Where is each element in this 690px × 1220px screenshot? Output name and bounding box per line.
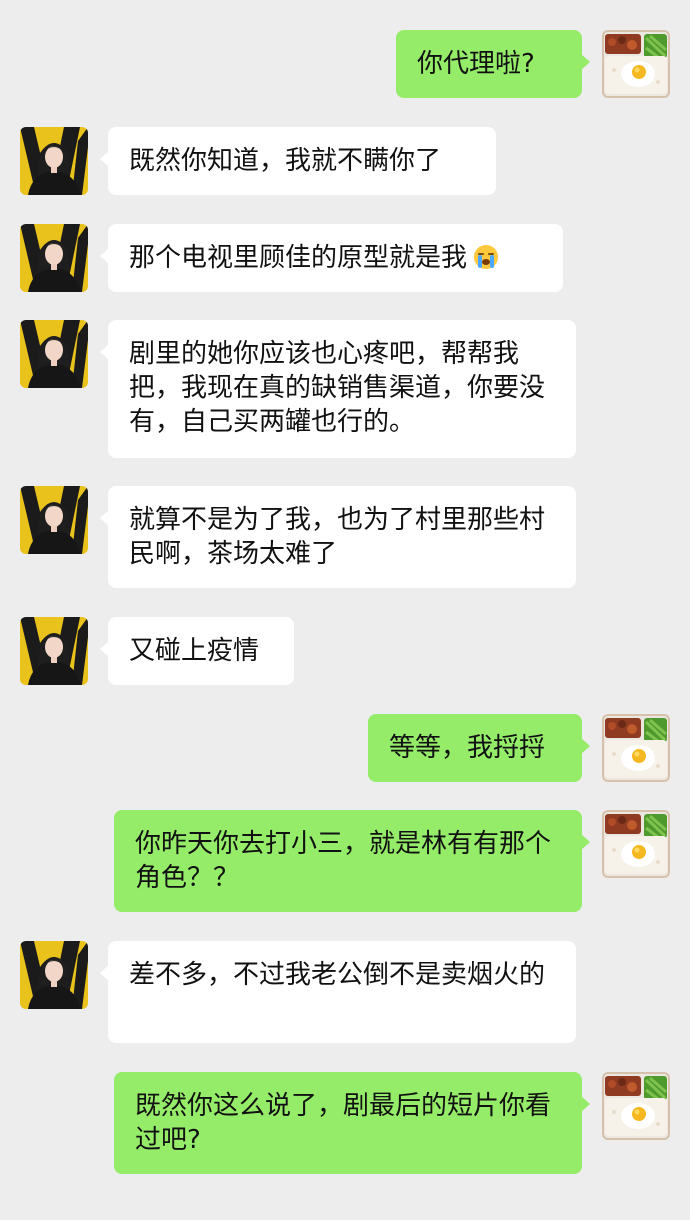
message-bubble[interactable]: 你昨天你去打小三，就是林有有那个角色？？ bbox=[114, 810, 590, 912]
chat-conversation: 你代理啦? 既然你知道，我就不瞒你了 那个电视里顾佳的原型就是我 剧里的她你应该… bbox=[0, 0, 690, 1220]
message-bubble[interactable]: 剧里的她你应该也心疼吧，帮帮我把，我现在真的缺销售渠道，你要没有，自己买两罐也行… bbox=[100, 320, 576, 458]
food-plate-avatar[interactable] bbox=[602, 30, 670, 98]
message-bubble[interactable]: 差不多，不过我老公倒不是卖烟火的 bbox=[100, 941, 576, 1043]
woman-portrait-avatar[interactable] bbox=[20, 320, 88, 388]
message-text: 又碰上疫情 bbox=[129, 636, 260, 666]
woman-portrait-avatar[interactable] bbox=[20, 941, 88, 1009]
message-bubble[interactable]: 既然你知道，我就不瞒你了 bbox=[100, 127, 496, 195]
message-bubble[interactable]: 等等，我捋捋 bbox=[368, 714, 590, 782]
food-plate-avatar[interactable] bbox=[602, 714, 670, 782]
message-text: 那个电视里顾佳的原型就是我 bbox=[129, 243, 468, 273]
message-bubble[interactable]: 那个电视里顾佳的原型就是我 bbox=[100, 224, 563, 292]
message-text: 等等，我捋捋 bbox=[389, 733, 546, 763]
message-bubble[interactable]: 你代理啦? bbox=[396, 30, 590, 98]
woman-portrait-avatar[interactable] bbox=[20, 127, 88, 195]
message-text: 就算不是为了我，也为了村里那些村民啊，茶场太难了 bbox=[129, 505, 546, 569]
message-bubble[interactable]: 就算不是为了我，也为了村里那些村民啊，茶场太难了 bbox=[100, 486, 576, 588]
woman-portrait-avatar[interactable] bbox=[20, 224, 88, 292]
message-text: 你昨天你去打小三，就是林有有那个角色？？ bbox=[135, 829, 552, 893]
message-text: 既然你知道，我就不瞒你了 bbox=[129, 146, 442, 176]
message-text: 剧里的她你应该也心疼吧，帮帮我把，我现在真的缺销售渠道，你要没有，自己买两罐也行… bbox=[129, 339, 546, 437]
message-text: 你代理啦? bbox=[417, 49, 535, 79]
message-text: 差不多，不过我老公倒不是卖烟火的 bbox=[129, 960, 546, 990]
food-plate-avatar[interactable] bbox=[602, 810, 670, 878]
message-text: 既然你这么说了，剧最后的短片你看过吧? bbox=[135, 1091, 552, 1155]
woman-portrait-avatar[interactable] bbox=[20, 617, 88, 685]
crying-face-icon bbox=[473, 244, 499, 270]
message-bubble[interactable]: 既然你这么说了，剧最后的短片你看过吧? bbox=[114, 1072, 590, 1174]
message-bubble[interactable]: 又碰上疫情 bbox=[100, 617, 294, 685]
woman-portrait-avatar[interactable] bbox=[20, 486, 88, 554]
food-plate-avatar[interactable] bbox=[602, 1072, 670, 1140]
